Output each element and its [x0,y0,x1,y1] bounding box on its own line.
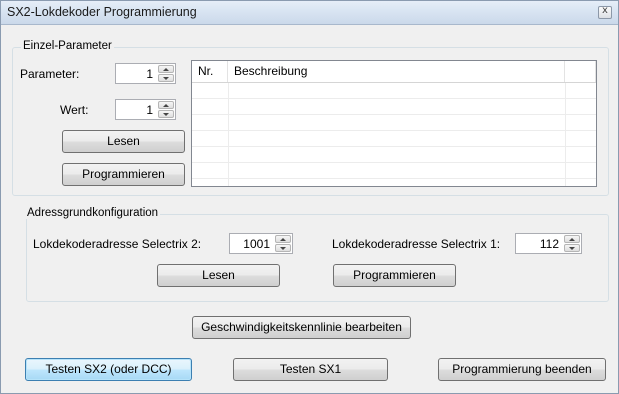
table-row[interactable] [192,83,596,99]
parameter-spinner[interactable]: 1 [115,63,176,84]
wert-label: Wert: [60,103,89,117]
selectrix2-address-label: Lokdekoderadresse Selectrix 2: [33,237,202,251]
table-row[interactable] [192,99,596,115]
adress-programmieren-button[interactable]: Programmieren [333,264,456,287]
spin-down-arrow-icon[interactable] [564,244,580,252]
wert-value[interactable]: 1 [146,103,153,117]
spin-up-arrow-icon[interactable] [158,65,174,73]
dialog-window: SX2-Lokdekoder Programmierung x Einzel-P… [0,0,619,394]
column-header-empty[interactable] [565,61,596,82]
table-row[interactable] [192,115,596,131]
selectrix2-address-value[interactable]: 1001 [243,237,270,251]
close-button[interactable]: x [598,5,612,19]
parameter-value[interactable]: 1 [146,67,153,81]
table-row[interactable] [192,147,596,163]
einzel-parameter-group-label: Einzel-Parameter [21,40,114,52]
wert-spinner[interactable]: 1 [115,99,176,120]
close-icon: x [602,5,608,16]
spin-down-arrow-icon[interactable] [158,110,174,118]
einzel-lesen-button[interactable]: Lesen [62,130,185,153]
table-header: Nr. Beschreibung [192,61,596,83]
selectrix2-address-spinner[interactable]: 1001 [229,233,293,254]
einzel-programmieren-button[interactable]: Programmieren [62,163,185,186]
table-row[interactable] [192,131,596,147]
table-row[interactable] [192,163,596,179]
parameter-label: Parameter: [20,67,80,81]
selectrix1-address-label: Lokdekoderadresse Selectrix 1: [332,237,501,251]
adressgrundkonfiguration-group: Adressgrundkonfiguration [25,207,609,302]
spin-down-arrow-icon[interactable] [275,244,291,252]
parameter-table[interactable]: Nr. Beschreibung [191,60,597,187]
selectrix1-address-spinner[interactable]: 112 [515,233,582,254]
window-title: SX2-Lokdekoder Programmierung [7,5,197,19]
testen-sx1-button[interactable]: Testen SX1 [233,358,388,381]
spin-up-arrow-icon[interactable] [564,235,580,243]
kennlinie-bearbeiten-button[interactable]: Geschwindigkeitskennlinie bearbeiten [192,316,411,339]
adress-lesen-button[interactable]: Lesen [157,264,280,287]
title-bar[interactable]: SX2-Lokdekoder Programmierung x [1,1,618,25]
selectrix1-address-value[interactable]: 112 [540,237,559,251]
column-header-beschreibung[interactable]: Beschreibung [228,61,565,82]
column-header-nr[interactable]: Nr. [192,61,228,82]
testen-sx2-button[interactable]: Testen SX2 (oder DCC) [25,358,192,381]
spin-up-arrow-icon[interactable] [158,101,174,109]
programmierung-beenden-button[interactable]: Programmierung beenden [438,358,606,381]
spin-down-arrow-icon[interactable] [158,74,174,82]
spin-up-arrow-icon[interactable] [275,235,291,243]
adressgrundkonfiguration-group-label: Adressgrundkonfiguration [25,207,161,219]
